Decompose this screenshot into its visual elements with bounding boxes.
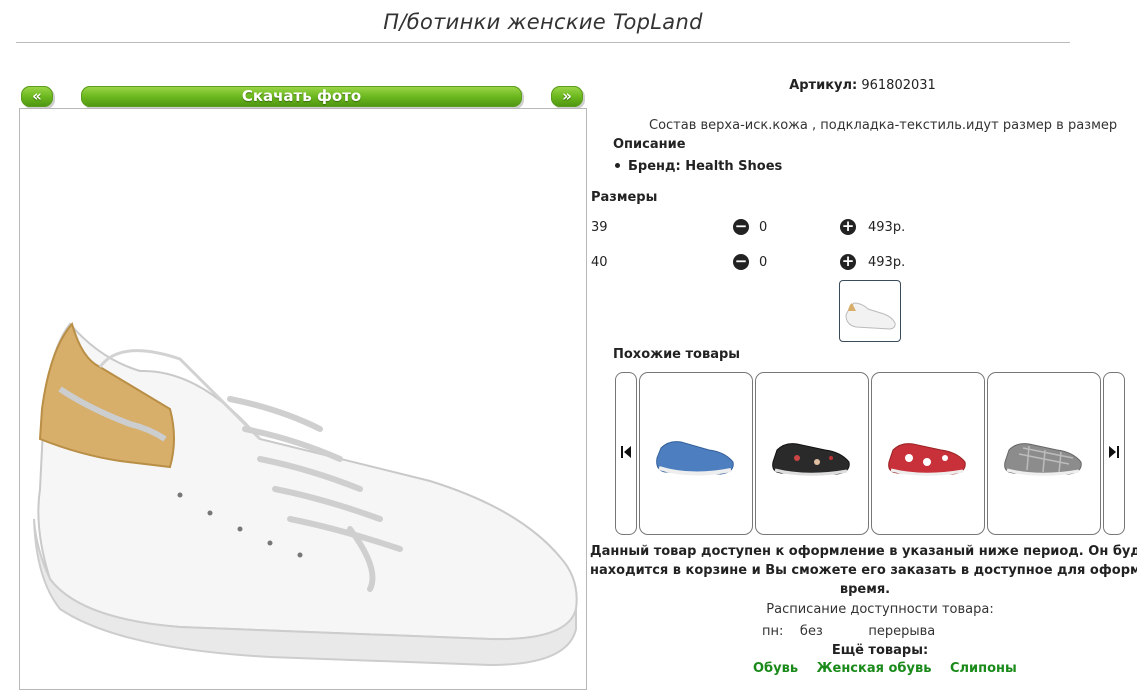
brand-item: Бренд: Health Shoes: [615, 159, 782, 174]
schedule-row: пн: без перерыва: [762, 624, 935, 639]
grey-check-slip-on-image: [1004, 443, 1082, 476]
plus-icon[interactable]: +: [840, 219, 856, 235]
size-row: 39 − 0 + 493р.: [590, 219, 1135, 240]
size-value: 40: [591, 255, 608, 270]
similar-item[interactable]: [987, 372, 1101, 535]
schedule-to: перерыва: [868, 624, 936, 639]
sneaker-image: [33, 321, 578, 667]
plus-icon[interactable]: +: [840, 254, 856, 270]
black-floral-slip-on-image: [772, 443, 850, 476]
link-women-shoes[interactable]: Женская обувь: [817, 661, 932, 676]
schedule-day: пн:: [762, 624, 784, 639]
blue-slip-on-image: [656, 441, 734, 476]
link-shoes[interactable]: Обувь: [753, 661, 798, 676]
category-links: Обувь Женская обувь Слипоны: [753, 661, 1031, 676]
size-price: 493р.: [868, 220, 906, 235]
availability-notice: Данный товар доступен к оформление в ука…: [590, 542, 1137, 599]
availability-line: Данный товар доступен к оформление в ука…: [590, 544, 1137, 559]
similar-item[interactable]: [639, 372, 753, 535]
minus-icon[interactable]: −: [733, 254, 749, 270]
size-quantity: 0: [759, 255, 768, 270]
prev-photo-button[interactable]: «: [21, 86, 53, 107]
size-quantity: 0: [759, 220, 768, 235]
carousel-next-button[interactable]: [1103, 372, 1125, 535]
bullet-icon: [615, 163, 620, 168]
more-products-heading: Ещё товары:: [831, 643, 929, 658]
availability-line: время.: [839, 582, 891, 597]
carousel-prev-button[interactable]: [615, 372, 637, 535]
schedule-heading: Расписание доступности товара:: [766, 602, 994, 617]
skip-back-icon: [621, 446, 631, 458]
article-value: 961802031: [861, 78, 936, 93]
main-product-photo[interactable]: [19, 108, 587, 690]
red-floral-slip-on-image: [888, 443, 966, 476]
size-row: 40 − 0 + 493р.: [590, 254, 1135, 275]
similar-item[interactable]: [871, 372, 985, 535]
size-value: 39: [591, 220, 608, 235]
similar-item[interactable]: [755, 372, 869, 535]
similar-heading: Похожие товары: [613, 347, 741, 362]
article-line: Артикул: 961802031: [590, 78, 1135, 93]
composition-text: Состав верха-иск.кожа , подкладка-тексти…: [649, 118, 1118, 133]
link-slip-ons[interactable]: Слипоны: [950, 661, 1017, 676]
description-heading: Описание: [613, 137, 686, 152]
article-label: Артикул:: [789, 78, 858, 93]
minus-icon[interactable]: −: [733, 219, 749, 235]
download-photo-button[interactable]: Скачать фото: [81, 86, 522, 107]
brand-text: Бренд: Health Shoes: [628, 159, 783, 174]
sizes-heading: Размеры: [591, 190, 658, 205]
next-photo-button[interactable]: »: [551, 86, 583, 107]
availability-line: находится в корзине и Вы сможете его зак…: [590, 563, 1137, 578]
skip-forward-icon: [1109, 446, 1119, 458]
schedule-from: без: [799, 624, 823, 639]
photo-thumbnail[interactable]: [839, 280, 901, 342]
sneaker-thumbnail-image: [845, 302, 896, 330]
size-price: 493р.: [868, 255, 906, 270]
